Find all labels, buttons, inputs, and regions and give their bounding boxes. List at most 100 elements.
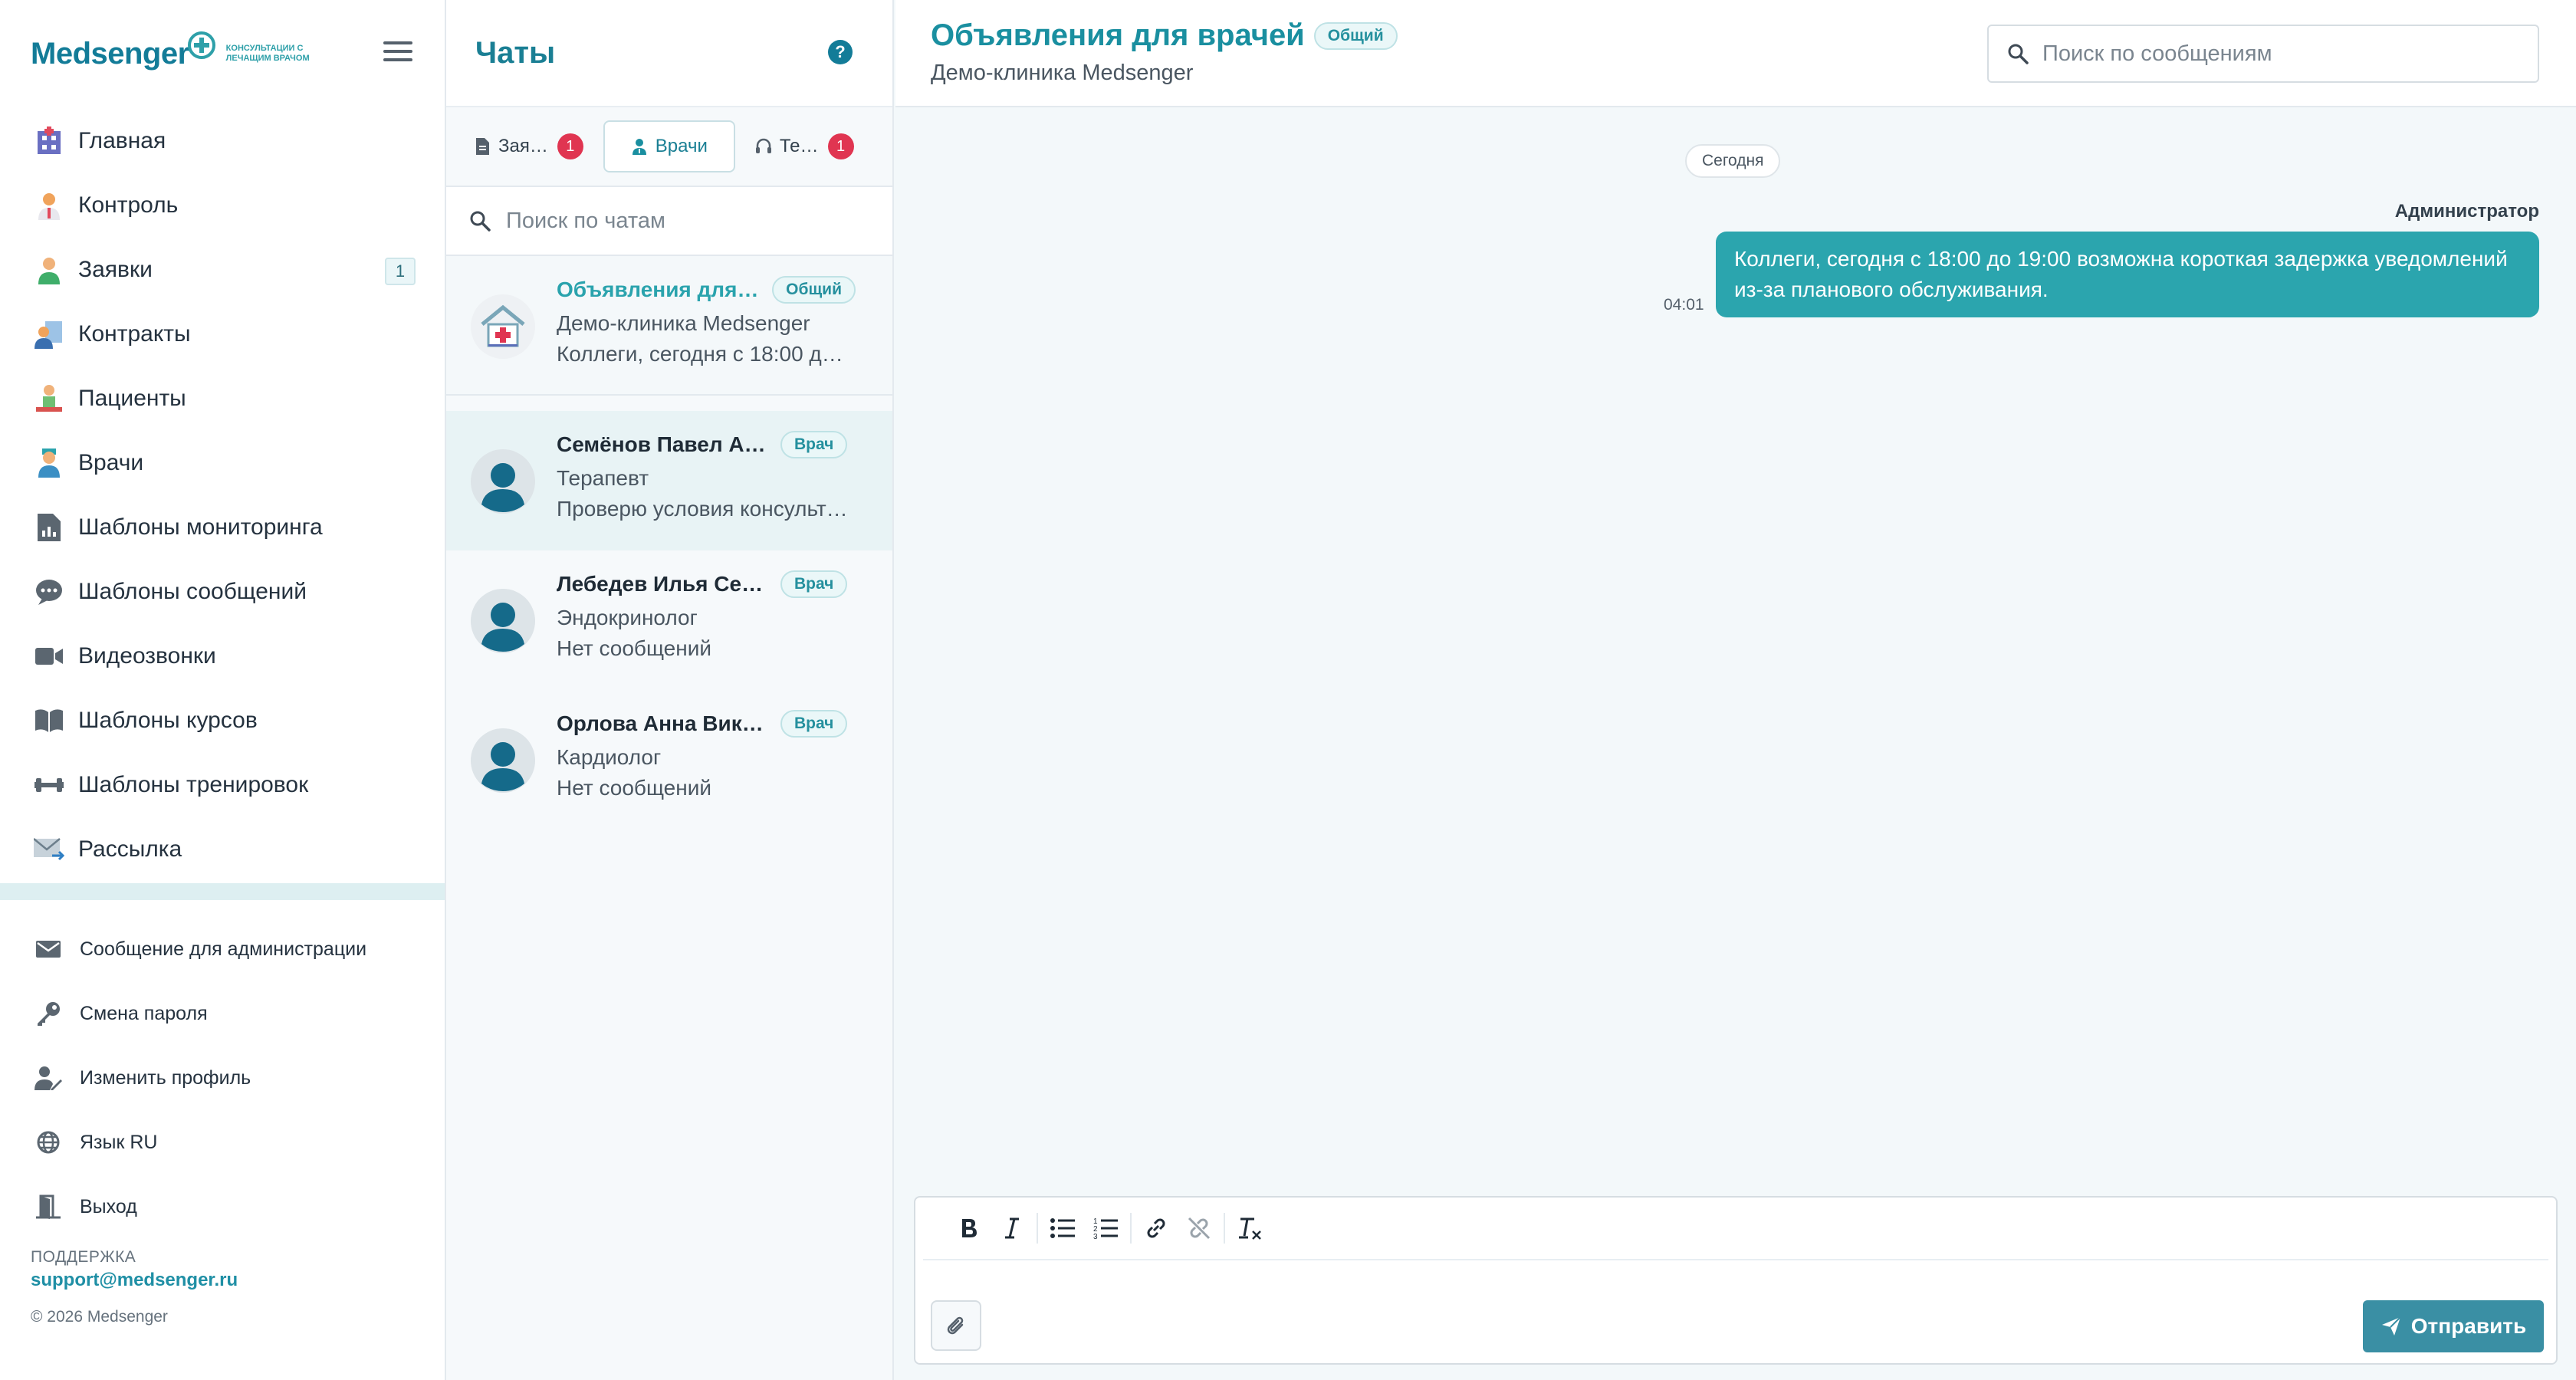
chat-item-body: Объявления для … Общий Демо-клиника Meds… xyxy=(557,274,856,394)
contract-icon xyxy=(34,319,64,350)
nav-label: Врачи xyxy=(78,450,144,475)
tab-label: Зая… xyxy=(498,136,548,156)
nav-label: Контроль xyxy=(78,192,179,218)
brand-logo[interactable]: Medsenger консультации с лечащим врачом xyxy=(31,31,326,77)
sys-item-change-password[interactable]: Смена пароля xyxy=(0,981,445,1046)
clear-format-button[interactable] xyxy=(1228,1207,1271,1250)
avatar xyxy=(471,589,535,653)
message-time: 04:01 xyxy=(1664,296,1704,314)
message-search-input[interactable] xyxy=(2042,41,2518,67)
sys-item-logout[interactable]: Выход xyxy=(0,1175,445,1239)
requests-count-badge: 1 xyxy=(385,258,416,285)
app-window: Medsenger консультации с лечащим врачом … xyxy=(0,0,2576,1380)
send-button[interactable]: Отправить xyxy=(2363,1300,2544,1352)
chat-tabs: Зая… 1 Врачи Те… 1 xyxy=(446,107,892,187)
support-email-link[interactable]: support@medsenger.ru xyxy=(31,1270,238,1291)
sidebar: Medsenger консультации с лечащим врачом … xyxy=(0,0,446,1380)
envelope-color-icon xyxy=(34,834,64,865)
paper-plane-icon xyxy=(2381,1316,2401,1336)
nav-item-control[interactable]: Контроль xyxy=(0,173,445,238)
nav-label: Шаблоны тренировок xyxy=(78,772,309,797)
bold-button[interactable] xyxy=(948,1207,991,1250)
chat-item-semenov[interactable]: Семёнов Павел Ан… Врач Терапевт Проверю … xyxy=(446,411,892,550)
menu-toggle-icon[interactable] xyxy=(383,41,412,64)
link-icon xyxy=(1147,1218,1165,1238)
chat-item-header: Объявления для … Общий xyxy=(557,274,856,305)
message-editor[interactable] xyxy=(938,1267,2318,1313)
bold-icon xyxy=(962,1219,977,1237)
tab-badge: 1 xyxy=(557,133,583,159)
sys-item-admin-message[interactable]: Сообщение для администрации xyxy=(0,917,445,981)
door-exit-icon xyxy=(34,1192,63,1221)
main-nav: Главная Контроль Заявки 1 Контракты Паци… xyxy=(0,109,445,882)
chat-subtitle: Демо-клиника Medsenger xyxy=(557,311,810,335)
hospital-icon xyxy=(34,126,64,156)
nav-label: Рассылка xyxy=(78,836,182,862)
nav-label: Пациенты xyxy=(78,386,186,411)
nav-item-monitoring-templates[interactable]: Шаблоны мониторинга xyxy=(0,495,445,560)
tab-support[interactable]: Те… 1 xyxy=(743,120,866,172)
nav-item-workout-templates[interactable]: Шаблоны тренировок xyxy=(0,753,445,817)
chat-list-gap xyxy=(446,396,892,411)
chat-item-body: Орлова Анна Викто… Врач Кардиолог Нет со… xyxy=(557,708,856,830)
brand-name: Medsenger xyxy=(31,36,189,71)
support-title: ПОДДЕРЖКА xyxy=(31,1248,136,1266)
chat-item-header: Орлова Анна Викто… Врач xyxy=(557,708,856,739)
chat-tag: Общий xyxy=(772,276,856,304)
nav-label: Шаблоны сообщений xyxy=(78,579,307,604)
link-button[interactable] xyxy=(1135,1207,1178,1250)
clinic-house-icon xyxy=(481,304,525,347)
nav-item-patients[interactable]: Пациенты xyxy=(0,366,445,431)
nav-item-video-calls[interactable]: Видеозвонки xyxy=(0,624,445,688)
nav-item-requests[interactable]: Заявки 1 xyxy=(0,238,445,302)
message-search xyxy=(1987,25,2539,83)
chat-item-header: Лебедев Илья Серг… Врач xyxy=(557,569,856,600)
user-avatar-icon xyxy=(471,449,535,514)
nav-item-mailing[interactable]: Рассылка xyxy=(0,817,445,882)
help-icon[interactable]: ? xyxy=(828,40,853,64)
nav-label: Главная xyxy=(78,128,166,153)
sys-label: Изменить профиль xyxy=(80,1066,251,1089)
numbered-list-button[interactable]: 123 xyxy=(1084,1207,1127,1250)
sys-item-language[interactable]: Язык RU xyxy=(0,1110,445,1175)
avatar xyxy=(471,449,535,514)
chat-item-orlova[interactable]: Орлова Анна Викто… Врач Кардиолог Нет со… xyxy=(446,690,892,830)
attach-button[interactable] xyxy=(931,1300,981,1351)
unlink-button[interactable] xyxy=(1178,1207,1221,1250)
italic-button[interactable] xyxy=(991,1207,1033,1250)
chat-name: Объявления для … xyxy=(557,278,764,301)
nav-item-course-templates[interactable]: Шаблоны курсов xyxy=(0,688,445,753)
bullet-list-button[interactable] xyxy=(1041,1207,1084,1250)
bullet-list-icon xyxy=(1050,1218,1075,1238)
chat-search-input[interactable] xyxy=(506,208,859,234)
nav-item-doctors[interactable]: Врачи xyxy=(0,431,445,495)
nav-item-home[interactable]: Главная xyxy=(0,109,445,173)
sys-item-edit-profile[interactable]: Изменить профиль xyxy=(0,1046,445,1110)
nav-item-message-templates[interactable]: Шаблоны сообщений xyxy=(0,560,445,624)
clear-format-icon xyxy=(1239,1217,1261,1240)
sys-label: Язык RU xyxy=(80,1131,158,1153)
conversation-header: Объявления для врачей Общий Демо-клиника… xyxy=(895,0,2576,107)
nav-label: Шаблоны мониторинга xyxy=(78,514,323,540)
chat-tag: Врач xyxy=(780,710,848,738)
file-icon xyxy=(476,138,489,155)
toolbar-separator xyxy=(1224,1213,1225,1244)
tab-requests[interactable]: Зая… 1 xyxy=(462,120,596,172)
tab-badge: 1 xyxy=(827,133,854,159)
chat-item-announcements[interactable]: Объявления для … Общий Демо-клиника Meds… xyxy=(446,256,892,396)
search-icon xyxy=(470,211,491,232)
search-icon xyxy=(2008,44,2029,64)
video-icon xyxy=(34,641,64,672)
conversation-title: Объявления для врачей xyxy=(931,18,1305,52)
chat-name: Лебедев Илья Серг… xyxy=(557,572,771,596)
chat-item-body: Семёнов Павел Ан… Врач Терапевт Проверю … xyxy=(557,429,856,550)
chat-tag: Врач xyxy=(780,570,848,598)
doctor-icon xyxy=(34,190,64,221)
toolbar-separator xyxy=(1130,1213,1132,1244)
nav-item-contracts[interactable]: Контракты xyxy=(0,302,445,366)
copyright: © 2026 Medsenger xyxy=(31,1308,168,1326)
avatar xyxy=(471,728,535,793)
tab-doctors[interactable]: Врачи xyxy=(603,120,735,172)
chat-preview: Нет сообщений xyxy=(557,776,712,800)
chat-item-lebedev[interactable]: Лебедев Илья Серг… Врач Эндокринолог Нет… xyxy=(446,550,892,690)
